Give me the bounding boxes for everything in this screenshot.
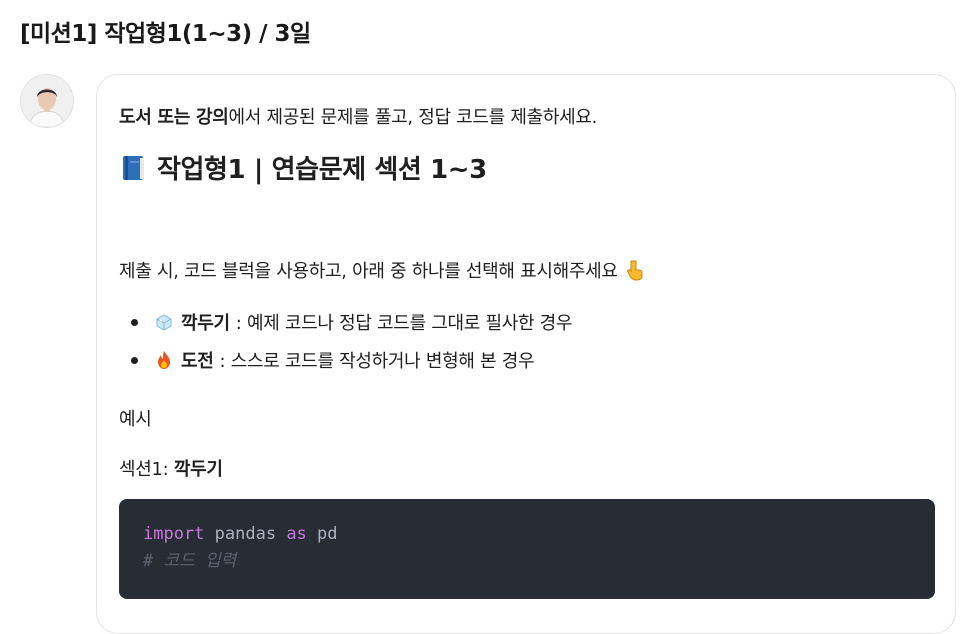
pointing-down-hand-icon [626, 260, 643, 281]
fire-icon [158, 351, 170, 369]
avatar-image [21, 75, 73, 127]
intro-rest: 에서 제공된 문제를 풀고, 정답 코드를 제출하세요. [228, 107, 598, 128]
option-name: 깍두기 [181, 313, 230, 334]
avatar[interactable] [20, 74, 74, 128]
ice-cube-icon [156, 314, 172, 331]
section-heading: 작업형1 | 연습문제 섹션 1~3 [119, 149, 487, 186]
option-list: 깍두기 : 예제 코드나 정답 코드를 그대로 필사한 경우 도전 : 스스로 … [119, 303, 572, 379]
page-title: [미션1] 작업형1(1~3) / 3일 [20, 21, 311, 47]
bullet-icon [131, 319, 138, 326]
example-label: 예시 [119, 409, 152, 430]
option-name: 도전 [181, 351, 214, 372]
intro-text: 도서 또는 강의에서 제공된 문제를 풀고, 정답 코드를 제출하세요. [119, 103, 597, 129]
option-description: : 스스로 코드를 작성하거나 변형해 본 경우 [219, 351, 535, 372]
code-module: pandas [204, 524, 287, 544]
section-value: 깍두기 [173, 459, 223, 480]
post-card: 도서 또는 강의에서 제공된 문제를 풀고, 정답 코드를 제출하세요. 작업형… [96, 74, 956, 634]
blue-book-icon [123, 155, 144, 180]
code-keyword: import [143, 524, 205, 544]
section-example-label: 섹션1: 깍두기 [119, 455, 223, 481]
code-line-1: import pandas as pd [143, 521, 911, 548]
list-item: 도전 : 스스로 코드를 작성하거나 변형해 본 경우 [119, 341, 572, 379]
code-comment: # 코드 입력 [143, 551, 237, 571]
instruction-label: 제출 시, 코드 블럭을 사용하고, 아래 중 하나를 선택해 표시해주세요 [119, 261, 618, 282]
list-item: 깍두기 : 예제 코드나 정답 코드를 그대로 필사한 경우 [119, 303, 572, 341]
code-alias: pd [306, 524, 338, 544]
instruction-text: 제출 시, 코드 블럭을 사용하고, 아래 중 하나를 선택해 표시해주세요 [119, 257, 646, 283]
intro-bold: 도서 또는 강의 [119, 107, 229, 128]
bullet-icon [131, 357, 138, 364]
option-description: : 예제 코드나 정답 코드를 그대로 필사한 경우 [235, 313, 573, 334]
section-heading-text: 작업형1 | 연습문제 섹션 1~3 [157, 155, 487, 185]
code-block[interactable]: import pandas as pd # 코드 입력 [119, 499, 935, 599]
code-keyword-as: as [286, 524, 307, 544]
section-prefix: 섹션1: [119, 459, 174, 480]
